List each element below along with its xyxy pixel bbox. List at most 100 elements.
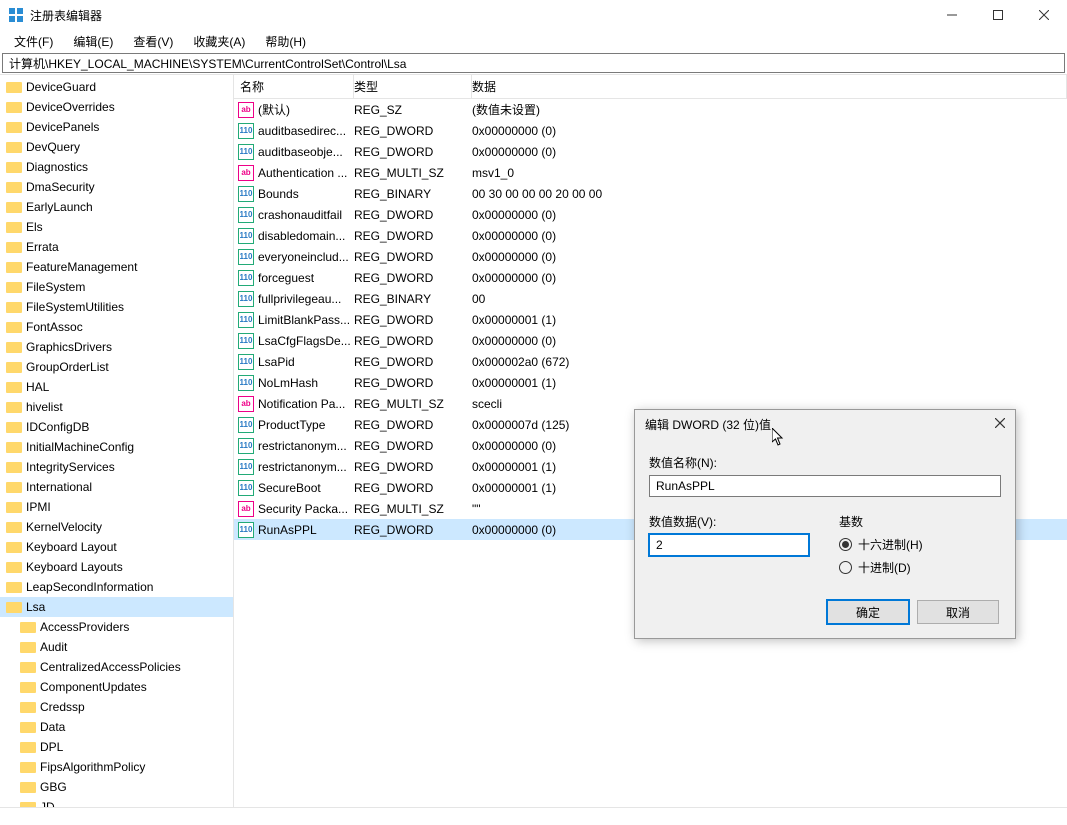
tree-item[interactable]: EarlyLaunch <box>0 197 233 217</box>
list-row[interactable]: 110crashonauditfailREG_DWORD0x00000000 (… <box>234 204 1067 225</box>
tree-item[interactable]: CentralizedAccessPolicies <box>0 657 233 677</box>
folder-icon <box>20 760 36 774</box>
tree-item[interactable]: Els <box>0 217 233 237</box>
value-type: REG_DWORD <box>354 523 472 537</box>
menu-item-0[interactable]: 文件(F) <box>6 31 61 52</box>
folder-icon <box>20 680 36 694</box>
tree-item[interactable]: Keyboard Layout <box>0 537 233 557</box>
tree-panel[interactable]: DeviceGuard DeviceOverrides DevicePanelsDe… <box>0 75 234 807</box>
value-data: 0x00000001 (1) <box>472 376 1067 390</box>
list-row[interactable]: 110fullprivilegeau...REG_BINARY00 <box>234 288 1067 309</box>
tree-label: GraphicsDrivers <box>26 340 112 354</box>
close-button[interactable] <box>1021 0 1067 30</box>
list-row[interactable]: 110LsaCfgFlagsDe...REG_DWORD0x00000000 (… <box>234 330 1067 351</box>
tree-label: FipsAlgorithmPolicy <box>40 760 145 774</box>
folder-icon <box>6 580 22 594</box>
list-row[interactable]: 110BoundsREG_BINARY00 30 00 00 00 20 00 … <box>234 183 1067 204</box>
binary-value-icon: 110 <box>238 354 254 370</box>
tree-item[interactable]: InitialMachineConfig <box>0 437 233 457</box>
list-row[interactable]: 110disabledomain...REG_DWORD0x00000000 (… <box>234 225 1067 246</box>
address-bar[interactable]: 计算机\HKEY_LOCAL_MACHINE\SYSTEM\CurrentCon… <box>2 53 1065 73</box>
cancel-button[interactable]: 取消 <box>917 600 999 624</box>
menu-item-3[interactable]: 收藏夹(A) <box>185 31 253 52</box>
tree-item[interactable]: DeviceGuard <box>0 77 233 97</box>
tree-item[interactable]: Errata <box>0 237 233 257</box>
tree-item[interactable]: FontAssoc <box>0 317 233 337</box>
list-row[interactable]: 110NoLmHashREG_DWORD0x00000001 (1) <box>234 372 1067 393</box>
tree-item[interactable]: Keyboard Layouts <box>0 557 233 577</box>
tree-item[interactable]: DevQuery <box>0 137 233 157</box>
radio-hex[interactable]: 十六进制(H) <box>839 536 1001 553</box>
tree-item[interactable]: Lsa <box>0 597 233 617</box>
tree-item[interactable]: Audit <box>0 637 233 657</box>
list-row[interactable]: 110LimitBlankPass...REG_DWORD0x00000001 … <box>234 309 1067 330</box>
radio-dec[interactable]: 十进制(D) <box>839 559 1001 576</box>
tree-item[interactable]: HAL <box>0 377 233 397</box>
string-value-icon: ab <box>238 165 254 181</box>
tree-item[interactable]: IntegrityServices <box>0 457 233 477</box>
tree-label: Keyboard Layout <box>26 540 117 554</box>
col-header-name[interactable]: 名称 <box>234 75 354 98</box>
value-name: LsaCfgFlagsDe... <box>258 334 351 348</box>
list-row[interactable]: 110auditbasedirec...REG_DWORD0x00000000 … <box>234 120 1067 141</box>
tree-item[interactable]: JD <box>0 797 233 807</box>
tree-item[interactable]: Diagnostics <box>0 157 233 177</box>
list-row[interactable]: 110auditbaseobje...REG_DWORD0x00000000 (… <box>234 141 1067 162</box>
dialog-title: 编辑 DWORD (32 位)值 <box>645 416 971 433</box>
string-value-icon: ab <box>238 102 254 118</box>
col-header-type[interactable]: 类型 <box>354 75 472 98</box>
menu-item-1[interactable]: 编辑(E) <box>65 31 121 52</box>
list-row[interactable]: abAuthentication ...REG_MULTI_SZmsv1_0 <box>234 162 1067 183</box>
list-row[interactable]: ab(默认)REG_SZ(数值未设置) <box>234 99 1067 120</box>
list-row[interactable]: 110forceguestREG_DWORD0x00000000 (0) <box>234 267 1067 288</box>
tree-item[interactable]: International <box>0 477 233 497</box>
minimize-button[interactable] <box>929 0 975 30</box>
tree-item[interactable]: Credssp <box>0 697 233 717</box>
tree-item[interactable]: DevicePanels <box>0 117 233 137</box>
tree-label: DeviceOverrides <box>26 100 115 114</box>
tree-item[interactable]: FileSystemUtilities <box>0 297 233 317</box>
ok-button[interactable]: 确定 <box>827 600 909 624</box>
list-row[interactable]: 110everyoneinclud...REG_DWORD0x00000000 … <box>234 246 1067 267</box>
tree-item[interactable]: KernelVelocity <box>0 517 233 537</box>
maximize-button[interactable] <box>975 0 1021 30</box>
tree-item[interactable]: DPL <box>0 737 233 757</box>
tree-item[interactable]: hivelist <box>0 397 233 417</box>
app-icon <box>8 7 24 23</box>
binary-value-icon: 110 <box>238 522 254 538</box>
tree-item[interactable]: DmaSecurity <box>0 177 233 197</box>
tree-item[interactable]: GroupOrderList <box>0 357 233 377</box>
folder-icon <box>6 300 22 314</box>
tree-item[interactable]: DeviceOverrides <box>0 97 233 117</box>
tree-item[interactable]: FipsAlgorithmPolicy <box>0 757 233 777</box>
tree-item[interactable]: LeapSecondInformation <box>0 577 233 597</box>
dialog-titlebar[interactable]: 编辑 DWORD (32 位)值 <box>635 410 1015 438</box>
tree-item[interactable]: GraphicsDrivers <box>0 337 233 357</box>
value-type: REG_DWORD <box>354 355 472 369</box>
value-type: REG_DWORD <box>354 271 472 285</box>
folder-icon <box>6 400 22 414</box>
tree-item[interactable]: IPMI <box>0 497 233 517</box>
binary-value-icon: 110 <box>238 438 254 454</box>
tree-item[interactable]: FileSystem <box>0 277 233 297</box>
tree-item[interactable]: ComponentUpdates <box>0 677 233 697</box>
tree-item[interactable]: GBG <box>0 777 233 797</box>
binary-value-icon: 110 <box>238 228 254 244</box>
col-header-data[interactable]: 数据 <box>472 75 1067 98</box>
menu-item-4[interactable]: 帮助(H) <box>257 31 314 52</box>
binary-value-icon: 110 <box>238 333 254 349</box>
tree-item[interactable]: Data <box>0 717 233 737</box>
value-data-field[interactable] <box>649 534 809 556</box>
list-row[interactable]: 110LsaPidREG_DWORD0x000002a0 (672) <box>234 351 1067 372</box>
folder-icon <box>20 740 36 754</box>
tree-item[interactable]: AccessProviders <box>0 617 233 637</box>
tree-item[interactable]: FeatureManagement <box>0 257 233 277</box>
tree-label: DeviceGuard <box>26 80 96 94</box>
tree-item[interactable]: IDConfigDB <box>0 417 233 437</box>
menu-item-2[interactable]: 查看(V) <box>125 31 181 52</box>
value-type: REG_DWORD <box>354 460 472 474</box>
value-type: REG_DWORD <box>354 439 472 453</box>
value-name-field[interactable] <box>649 475 1001 497</box>
binary-value-icon: 110 <box>238 291 254 307</box>
dialog-close-button[interactable] <box>971 417 1011 431</box>
